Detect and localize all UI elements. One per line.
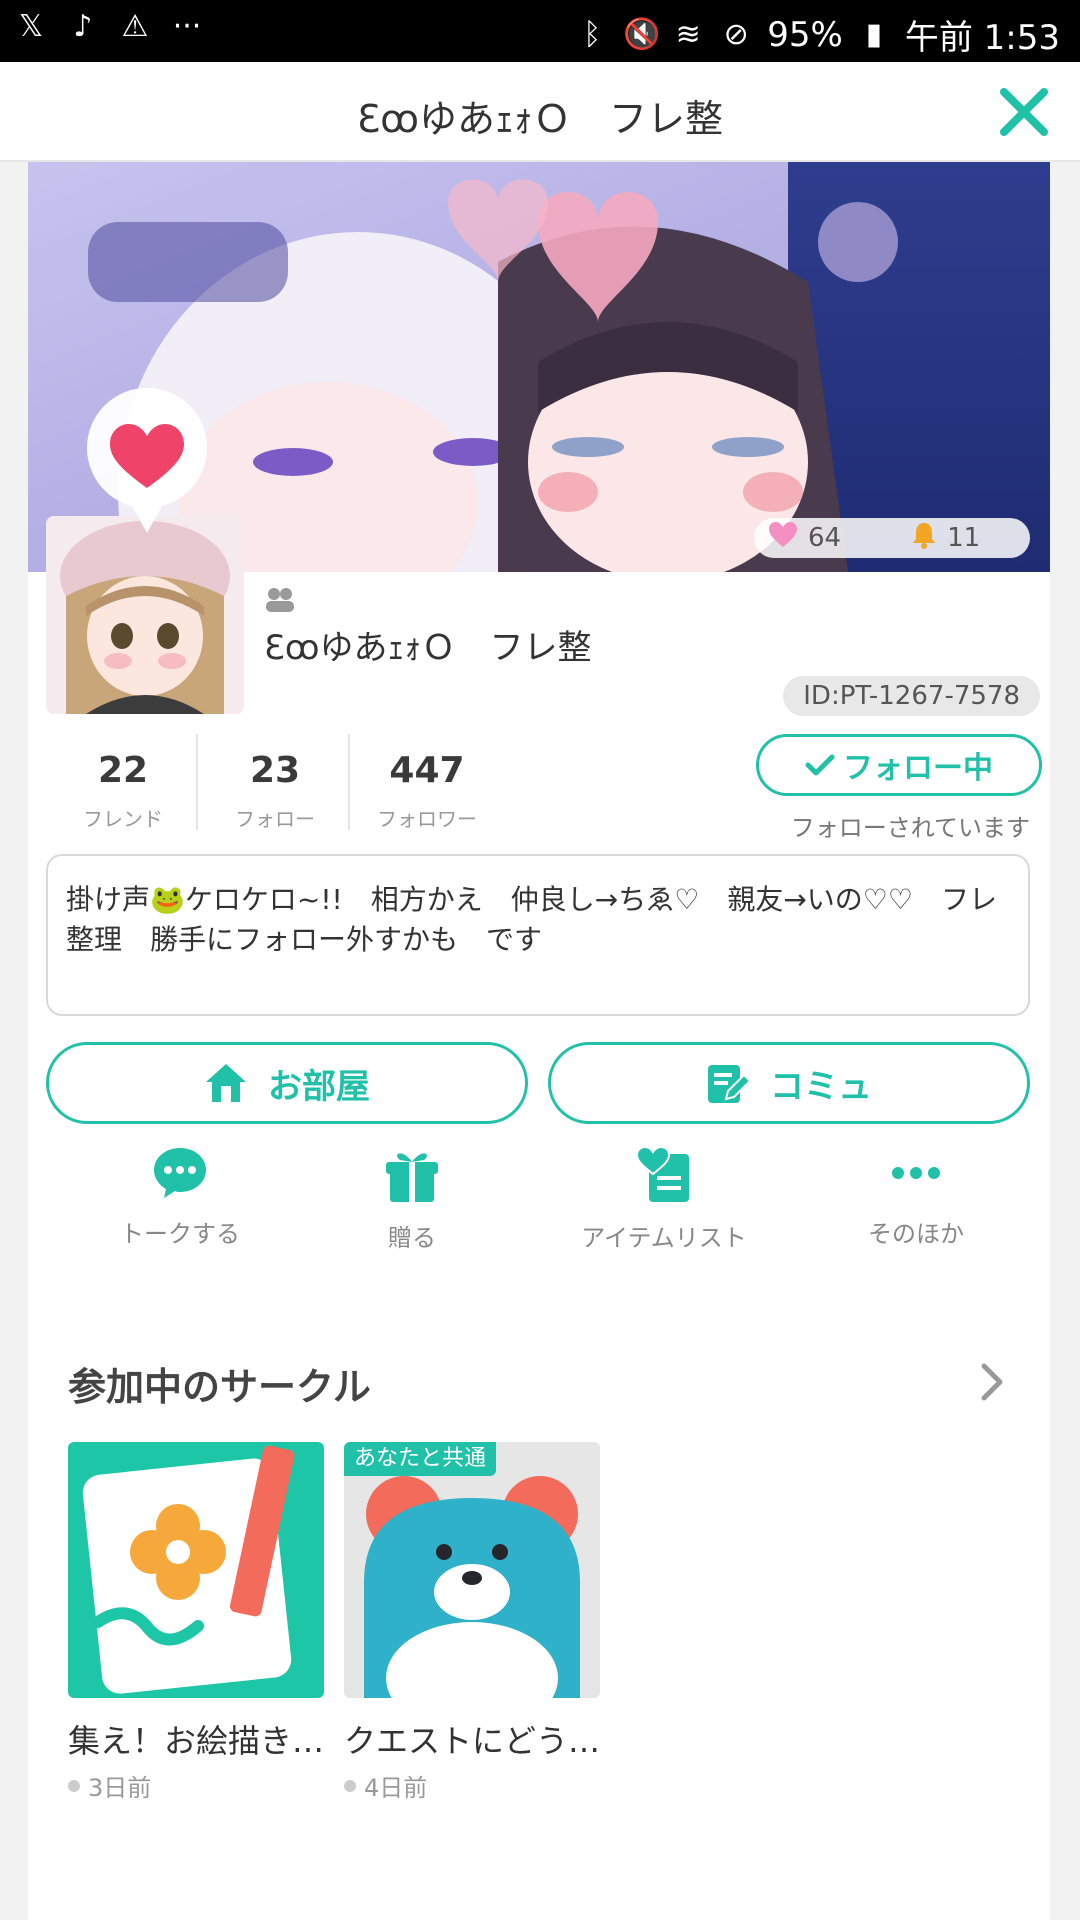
heart-icon xyxy=(768,521,798,556)
notification-count: 11 xyxy=(947,523,981,553)
dnd-icon: ⊘ xyxy=(723,16,749,52)
bell-icon xyxy=(911,521,937,556)
user-id-badge: ID:PT-1267-7578 xyxy=(783,676,1040,716)
room-label: お部屋 xyxy=(268,1066,370,1107)
close-icon[interactable] xyxy=(996,84,1052,140)
stat-num: 447 xyxy=(389,750,465,791)
bio: 掛け声🐸ケロケロ~!! 相方かえ 仲良し→ちゑ♡ 親友→いの♡♡ フレ整理 勝手… xyxy=(46,854,1030,1016)
wifi-icon: ≋ xyxy=(675,16,701,52)
battery-icon: ▮ xyxy=(865,16,883,52)
more-icon xyxy=(892,1167,940,1179)
circle-name: クエストにどう… xyxy=(344,1722,600,1760)
circles-title: 参加中のサークル xyxy=(68,1365,371,1409)
community-label: コミュ xyxy=(770,1066,872,1107)
more-label: そのほか xyxy=(868,1220,964,1248)
more-dots-icon: ··· xyxy=(172,9,202,44)
home-icon xyxy=(206,1064,246,1102)
bluetooth-icon: ᛒ xyxy=(583,16,602,52)
followed-status: フォローされています xyxy=(790,814,1030,842)
talk-label: トークする xyxy=(120,1220,240,1248)
status-bar: 𝕏 ♪ ⚠ ··· ᛒ 🔇 ≋ ⊘ 95% ▮ 午前 1:53 xyxy=(0,0,1080,62)
status-dot xyxy=(344,1779,356,1792)
banner-stats: 64 11 xyxy=(754,518,1030,558)
circle-card[interactable]: あなたと共通 クエストにどう… 4日前 xyxy=(344,1442,600,1803)
stat-followers[interactable]: 447 フォロワー xyxy=(352,750,502,832)
item-list-label: アイテムリスト xyxy=(581,1224,747,1252)
stat-label: フォロワー xyxy=(377,807,477,831)
following-label: フォロー中 xyxy=(843,751,993,786)
header: ƐꝏゆあｪｫＯ フレ整 xyxy=(0,62,1080,162)
circle-name: 集え！お絵描き… xyxy=(68,1722,324,1760)
circle-card[interactable]: 集え！お絵描き… 3日前 xyxy=(68,1442,324,1803)
clock: 午前 1:53 xyxy=(904,18,1060,58)
username: ƐꝏゆあｪｫＯ フレ整 xyxy=(264,628,592,668)
stat-friends[interactable]: 22 フレンド xyxy=(48,750,198,832)
stat-label: フォロー xyxy=(235,807,315,831)
profile-content: 64 11 ƐꝏゆあｪｫＯ フレ整 ID:PT-1267-7578 22 フレン… xyxy=(28,162,1050,1920)
community-button[interactable]: コミュ xyxy=(548,1042,1030,1124)
chevron-right-icon[interactable] xyxy=(974,1360,1010,1404)
x-app-icon: 𝕏 xyxy=(18,9,44,44)
battery-percent: 95% xyxy=(767,14,843,55)
warning-icon: ⚠ xyxy=(121,9,149,44)
gift-action[interactable]: 贈る xyxy=(302,1146,522,1253)
following-button[interactable]: フォロー中 xyxy=(756,734,1042,796)
item-list-action[interactable]: アイテムリスト xyxy=(554,1146,774,1253)
room-button[interactable]: お部屋 xyxy=(46,1042,528,1124)
likes-count: 64 xyxy=(808,523,842,553)
status-dot xyxy=(68,1779,80,1792)
more-action[interactable]: そのほか xyxy=(806,1146,1026,1249)
like-heart-icon[interactable] xyxy=(82,388,212,538)
gift-label: 贈る xyxy=(388,1224,436,1252)
edit-note-icon xyxy=(708,1065,750,1103)
circle-meta: 3日前 xyxy=(68,1768,324,1803)
tiktok-icon: ♪ xyxy=(73,9,93,44)
circle-time: 4日前 xyxy=(364,1774,428,1802)
circle-thumbnail-bear: あなたと共通 xyxy=(344,1442,600,1698)
page-title: ƐꝏゆあｪｫＯ フレ整 xyxy=(356,97,724,141)
stat-label: フレンド xyxy=(83,807,163,831)
mute-icon: 🔇 xyxy=(623,16,661,52)
gift-icon xyxy=(386,1153,438,1202)
avatar[interactable] xyxy=(46,516,244,714)
common-badge: あなたと共通 xyxy=(344,1442,497,1476)
circle-time: 3日前 xyxy=(88,1774,152,1802)
item-list-icon xyxy=(635,1146,689,1202)
stat-num: 22 xyxy=(97,750,149,791)
talk-action[interactable]: トークする xyxy=(70,1146,290,1249)
stat-num: 23 xyxy=(249,750,301,791)
circle-thumbnail-drawing xyxy=(68,1442,324,1698)
divider xyxy=(196,734,198,830)
circle-meta: 4日前 xyxy=(344,1768,600,1803)
group-icon xyxy=(266,588,294,612)
chat-bubble-icon xyxy=(154,1148,206,1198)
divider xyxy=(348,734,350,830)
stat-following[interactable]: 23 フォロー xyxy=(200,750,350,832)
check-icon xyxy=(805,754,835,776)
